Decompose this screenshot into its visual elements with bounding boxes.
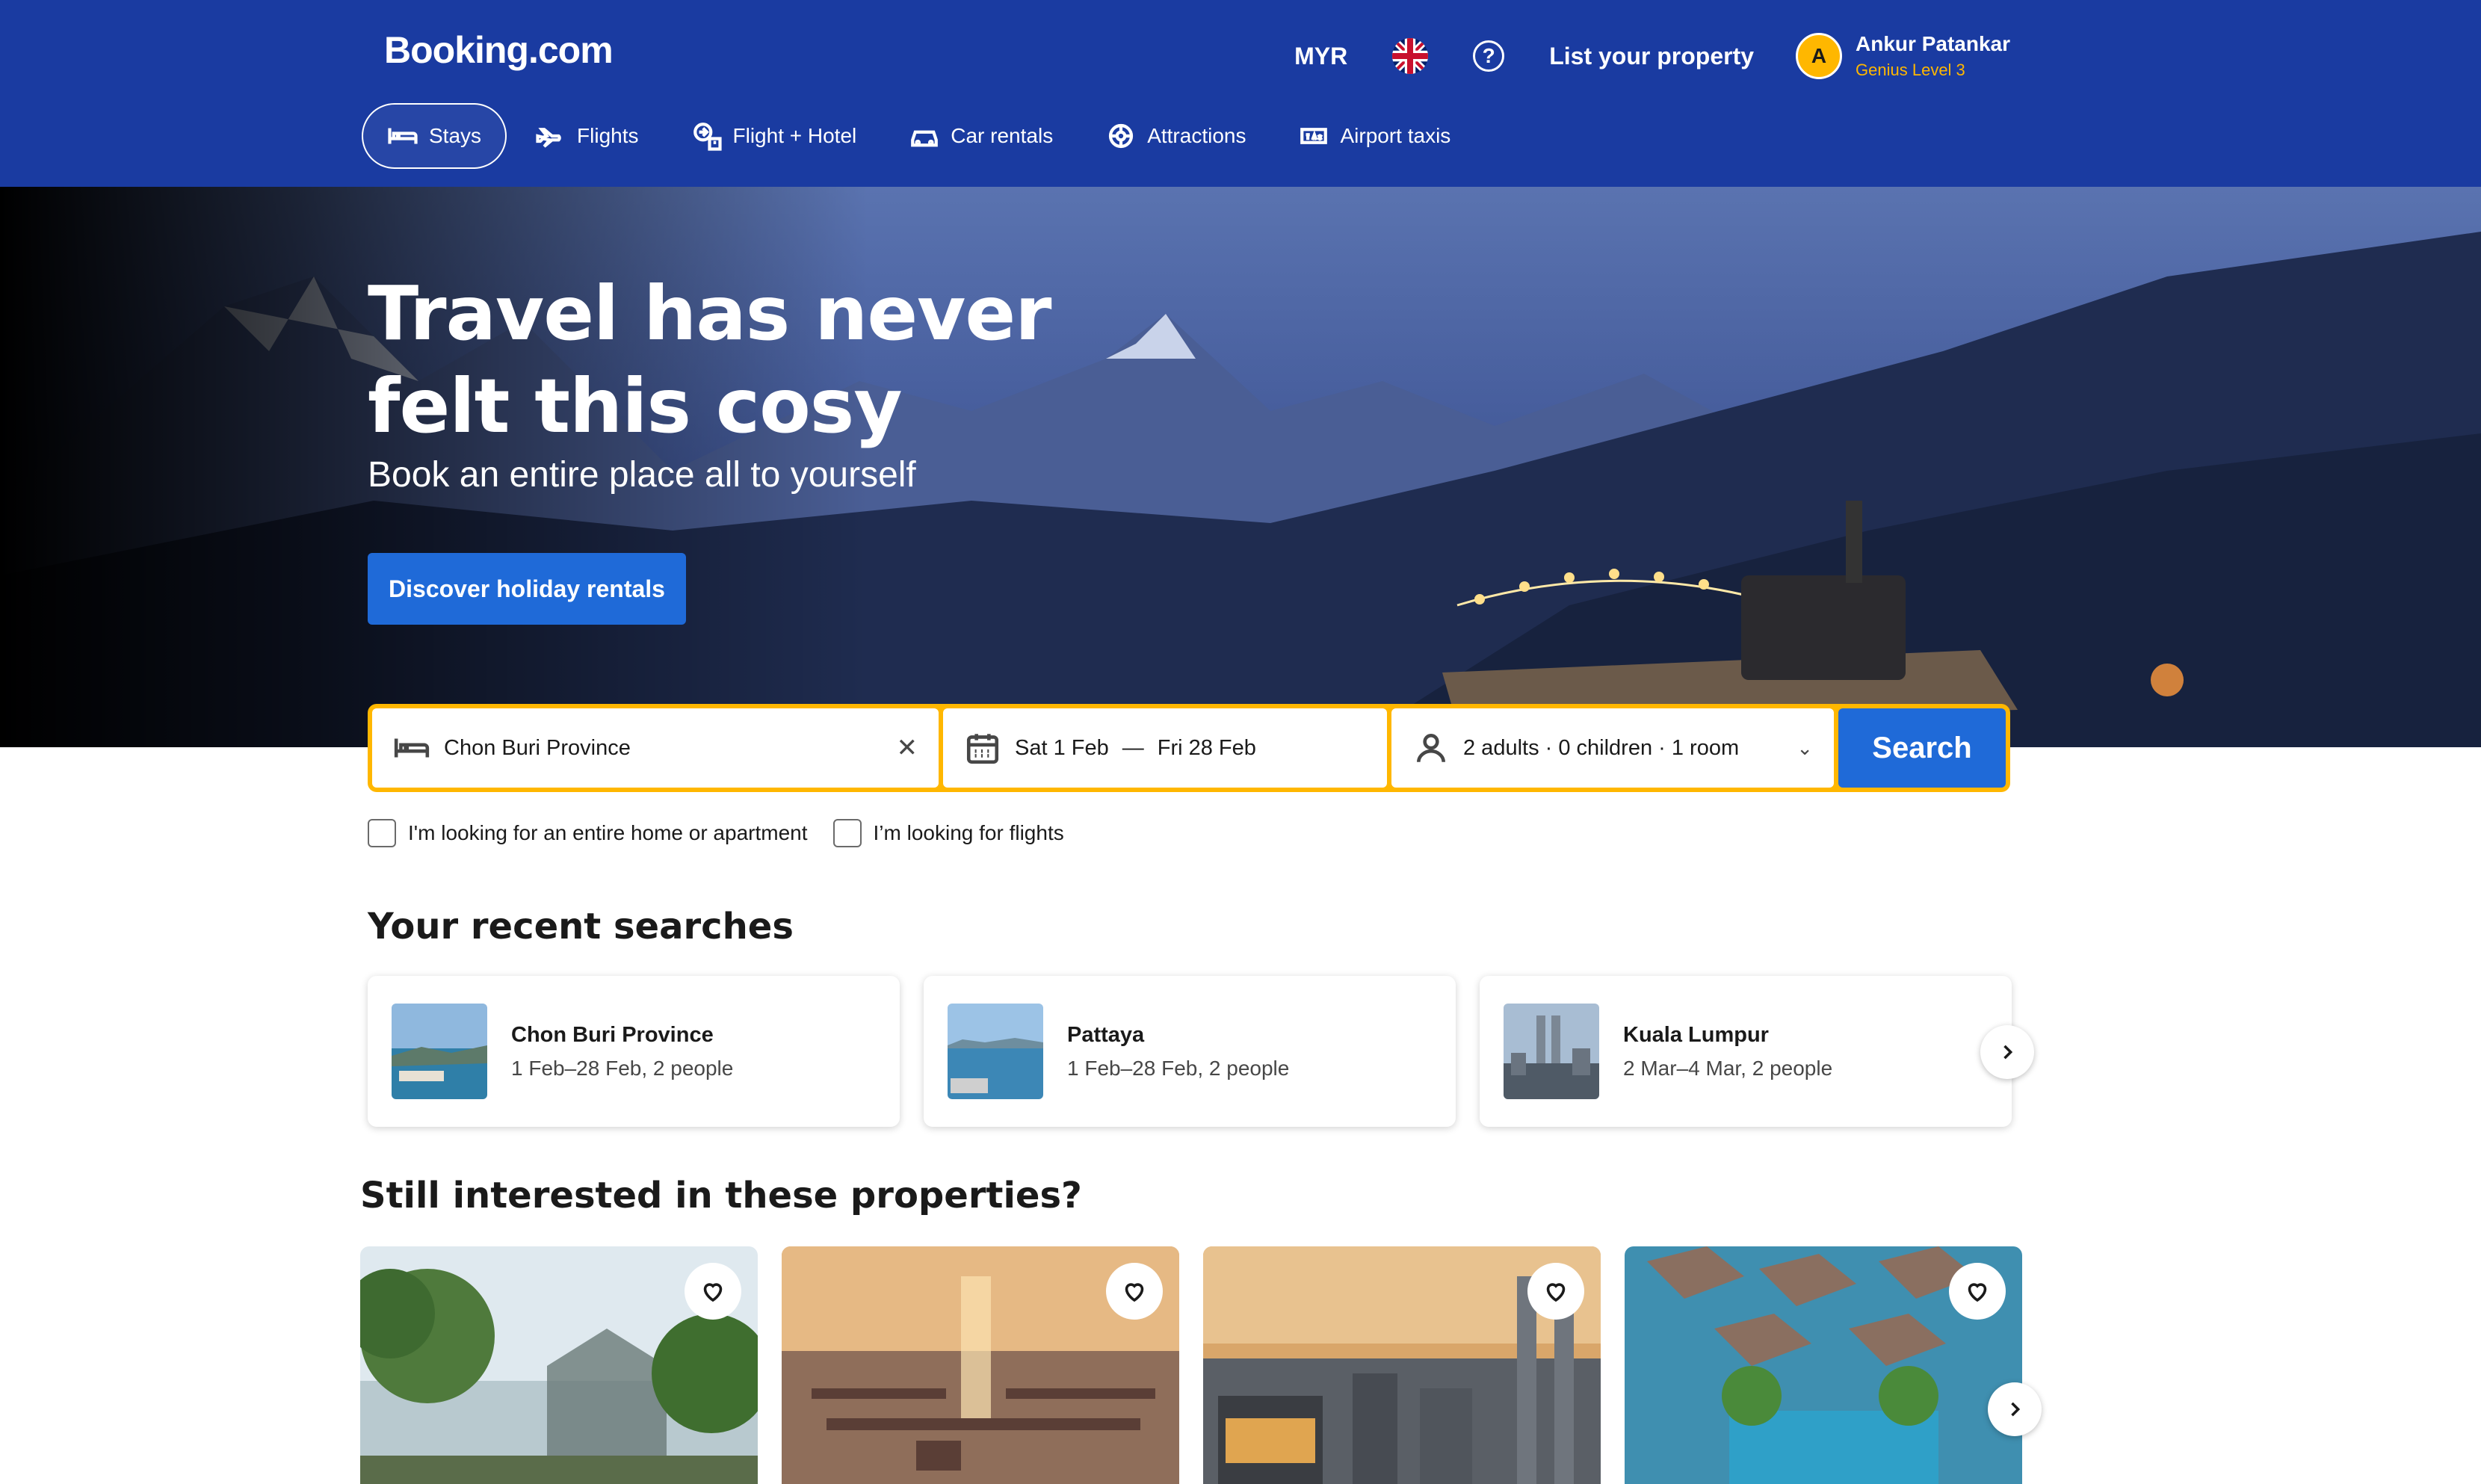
entire-home-label: I'm looking for an entire home or apartm… (408, 821, 808, 844)
nav-tab-attractions[interactable]: Attractions (1081, 103, 1270, 169)
properties-section-title: Still interested in these properties? (360, 1175, 1082, 1216)
genius-level: Genius Level 3 (1856, 61, 1965, 79)
user-name: Ankur Patankar (1856, 32, 2010, 55)
nav-tab-label: Flights (577, 124, 639, 147)
list-your-property-link[interactable]: List your property (1549, 43, 1754, 70)
nav-tab-stays[interactable]: Stays (362, 103, 507, 169)
search-button[interactable]: Search (1838, 708, 2006, 788)
car-icon (911, 130, 939, 147)
nav-tab-label: Airport taxis (1340, 124, 1451, 147)
recent-search-detail: 1 Feb–28 Feb, 2 people (1067, 1056, 1290, 1080)
recent-search-title: Pattaya (1067, 1022, 1145, 1047)
search-bar: Chon Buri Province ✕ Sat 1 Feb — Fri 28 Fe… (368, 704, 2010, 792)
recent-search-text: Kuala Lumpur 2 Mar–4 Mar, 2 people (1623, 1023, 1832, 1080)
recent-searches-next-button[interactable] (1980, 1025, 2034, 1079)
currency-selector[interactable]: MYR (1294, 43, 1347, 70)
property-card[interactable] (360, 1246, 758, 1484)
property-card[interactable] (1625, 1246, 2022, 1484)
user-menu[interactable]: Ankur Patankar Genius Level 3 (1856, 32, 2010, 80)
recent-search-thumbnail (392, 1004, 487, 1099)
plane-icon (536, 128, 561, 148)
recent-searches-title: Your recent searches (368, 906, 794, 947)
nav-tab-label: Stays (429, 124, 482, 147)
save-favorite-button[interactable] (1949, 1263, 2006, 1320)
avatar[interactable]: A (1796, 33, 1843, 79)
header-inner: Booking.com MYR ? List your property A A… (362, 0, 2010, 187)
date-separator: — (1122, 735, 1144, 760)
heart-icon (703, 1283, 723, 1302)
hero-subtitle: Book an entire place all to yourself (368, 455, 916, 495)
save-favorite-button[interactable] (1106, 1263, 1163, 1320)
property-card[interactable] (1203, 1246, 1601, 1484)
destination-input[interactable]: Chon Buri Province (444, 736, 897, 761)
header-actions: MYR ? List your property A Ankur Patanka… (1294, 22, 2010, 90)
flight-hotel-icon (693, 123, 722, 151)
recent-search-thumbnail (948, 1004, 1043, 1099)
nav-tab-flights[interactable]: Flights (511, 103, 662, 169)
dates-display[interactable]: Sat 1 Feb — Fri 28 Feb (1015, 736, 1366, 761)
save-favorite-button[interactable] (1527, 1263, 1584, 1320)
heart-icon (1125, 1283, 1144, 1302)
property-card[interactable] (782, 1246, 1179, 1484)
checkbox-box[interactable] (368, 819, 396, 847)
properties-next-button[interactable] (1988, 1382, 2042, 1436)
recent-search-text: Pattaya 1 Feb–28 Feb, 2 people (1067, 1023, 1289, 1080)
chevron-right-icon (2011, 1402, 2021, 1417)
chevron-right-icon (2003, 1045, 2013, 1060)
recent-search-thumbnail (1504, 1004, 1599, 1099)
nav-tab-flight-hotel[interactable]: Flight + Hotel (667, 103, 881, 169)
clear-destination-icon[interactable]: ✕ (897, 733, 918, 763)
recent-search-title: Kuala Lumpur (1623, 1022, 1769, 1047)
attractions-icon (1109, 123, 1134, 149)
search-options: I'm looking for an entire home or apartm… (368, 819, 1090, 847)
entire-home-checkbox[interactable]: I'm looking for an entire home or apartm… (368, 819, 808, 847)
bed-icon (394, 738, 430, 758)
taxi-icon (1300, 128, 1328, 144)
heart-icon (1546, 1283, 1566, 1302)
recent-search-detail: 2 Mar–4 Mar, 2 people (1623, 1056, 1833, 1080)
hero-title: Travel has never felt this cosy (368, 270, 1051, 450)
language-flag-icon[interactable] (1392, 38, 1429, 74)
recent-search-text: Chon Buri Province 1 Feb–28 Feb, 2 peopl… (511, 1023, 733, 1080)
recent-searches-list: Chon Buri Province 1 Feb–28 Feb, 2 peopl… (368, 976, 2012, 1127)
person-icon (1417, 734, 1445, 763)
check-out-date: Fri 28 Feb (1157, 735, 1256, 760)
destination-field[interactable]: Chon Buri Province ✕ (372, 708, 939, 788)
checkbox-box[interactable] (832, 819, 862, 847)
flights-checkbox[interactable]: I’m looking for flights (832, 819, 1064, 847)
top-header: Booking.com MYR ? List your property A A… (0, 0, 2481, 187)
nav-tab-car-rentals[interactable]: Car rentals (885, 103, 1077, 169)
discover-holiday-rentals-button[interactable]: Discover holiday rentals (368, 553, 686, 625)
check-in-date: Sat 1 Feb (1015, 735, 1109, 760)
recent-search-card[interactable]: Chon Buri Province 1 Feb–28 Feb, 2 peopl… (368, 976, 900, 1127)
guests-summary[interactable]: 2 adults · 0 children · 1 room (1463, 736, 1796, 761)
booking-logo[interactable]: Booking.com (384, 28, 614, 72)
hero-banner: Travel has never felt this cosy Book an … (0, 187, 2481, 747)
properties-carousel (360, 1246, 2022, 1484)
recent-search-title: Chon Buri Province (511, 1022, 714, 1047)
recent-search-detail: 1 Feb–28 Feb, 2 people (511, 1056, 734, 1080)
save-favorite-button[interactable] (685, 1263, 741, 1320)
chevron-down-icon[interactable]: ⌄ (1796, 737, 1813, 760)
flights-label: I’m looking for flights (873, 821, 1064, 844)
nav-tab-airport-taxis[interactable]: Airport taxis (1274, 103, 1474, 169)
recent-search-card[interactable]: Pattaya 1 Feb–28 Feb, 2 people (924, 976, 1456, 1127)
nav-tab-label: Flight + Hotel (732, 124, 857, 147)
nav-tab-label: Attractions (1147, 124, 1246, 147)
bed-icon (388, 128, 418, 144)
help-icon[interactable]: ? (1473, 40, 1505, 72)
heart-icon (1968, 1283, 1987, 1302)
nav-tab-label: Car rentals (951, 124, 1054, 147)
recent-search-card[interactable]: Kuala Lumpur 2 Mar–4 Mar, 2 people (1480, 976, 2012, 1127)
dates-field[interactable]: Sat 1 Feb — Fri 28 Feb (943, 708, 1387, 788)
calendar-icon (966, 734, 999, 764)
product-nav: Stays Flights Flight + Hotel Car rentals… (362, 103, 1479, 169)
guests-field[interactable]: 2 adults · 0 children · 1 room ⌄ (1391, 708, 1834, 788)
